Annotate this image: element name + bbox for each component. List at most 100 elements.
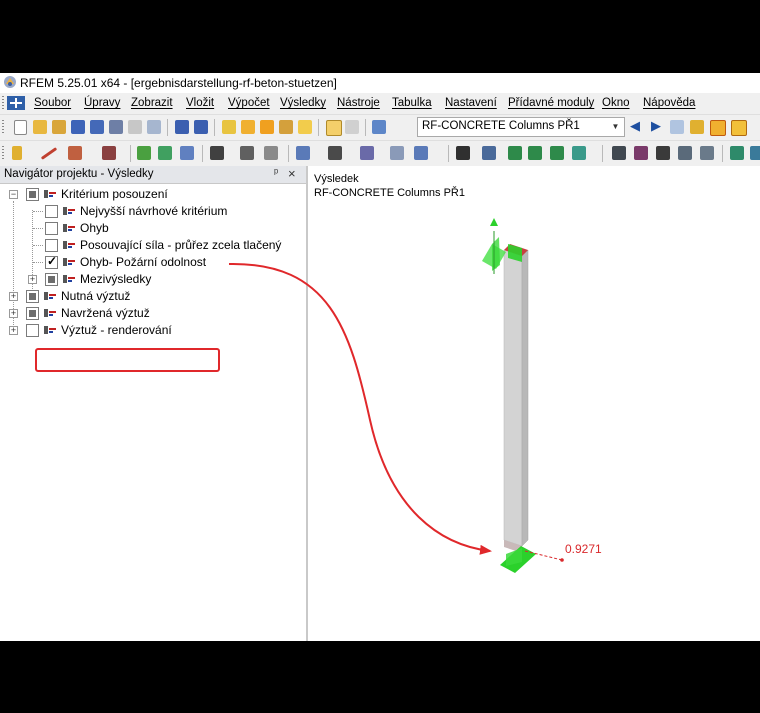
surface-icon[interactable] xyxy=(102,146,116,160)
measure-icon[interactable] xyxy=(482,146,496,160)
tree-checkbox[interactable] xyxy=(26,324,39,337)
result-type-icon xyxy=(44,326,56,334)
close-icon[interactable]: × xyxy=(288,166,296,181)
show-results-icon[interactable] xyxy=(710,120,726,136)
result-value-label: 0.9271 xyxy=(565,542,602,556)
previous-case-icon[interactable]: ◀ xyxy=(630,118,640,134)
tree-item-vyztuz-renderovani[interactable]: + Výztuž - renderování xyxy=(0,322,306,339)
support-icon[interactable] xyxy=(137,146,151,160)
line-icon[interactable] xyxy=(40,147,58,160)
search-icon[interactable] xyxy=(260,120,274,134)
result-table-icon[interactable] xyxy=(750,146,760,160)
add-on-module-icon[interactable] xyxy=(372,120,386,134)
panel-toggle-icon[interactable] xyxy=(345,120,359,134)
tree-item-posouvajici-sila[interactable]: Posouvající síla - průřez zcela tlačený xyxy=(0,237,306,254)
result-values-icon[interactable] xyxy=(690,120,704,134)
render-icon[interactable] xyxy=(328,146,342,160)
print-graphic-icon[interactable] xyxy=(147,120,161,134)
member-icon[interactable] xyxy=(68,146,82,160)
load-icon[interactable] xyxy=(180,146,194,160)
save-icon[interactable] xyxy=(90,120,104,134)
visibility-icon[interactable] xyxy=(296,146,310,160)
project-icon[interactable] xyxy=(298,120,312,134)
open-folder-icon[interactable] xyxy=(33,120,47,134)
menu-soubor[interactable]: Soubor xyxy=(34,97,71,109)
menu-tabulka[interactable]: Tabulka xyxy=(392,97,432,109)
toolbar-separator xyxy=(448,145,449,162)
tree-checkbox[interactable] xyxy=(45,222,58,235)
expand-icon[interactable]: + xyxy=(28,275,37,284)
view-y-icon[interactable] xyxy=(634,146,648,160)
tree-item-nejvyssi-navrhove-kriterium[interactable]: Nejvyšší návrhové kritérium xyxy=(0,203,306,220)
menu-vlozit[interactable]: Vložit xyxy=(186,97,214,109)
view-icon[interactable] xyxy=(414,146,428,160)
new-file-icon[interactable] xyxy=(14,120,27,135)
color-scale-icon[interactable] xyxy=(360,146,374,160)
table-toggle-icon[interactable] xyxy=(326,120,342,136)
tree-checkbox[interactable] xyxy=(45,239,58,252)
collapse-icon[interactable]: − xyxy=(9,190,18,199)
support-arrow-icon xyxy=(490,218,498,226)
tree-item-nutna-vyztuz[interactable]: + Nutná výztuž xyxy=(0,288,306,305)
perspective-icon[interactable] xyxy=(700,146,714,160)
open-web-icon[interactable] xyxy=(71,120,85,134)
result-diagram-icon[interactable] xyxy=(572,146,586,160)
tree-item-ohyb-pozarni-odolnost[interactable]: ✓ Ohyb- Požární odolnost xyxy=(0,254,306,271)
undo-icon[interactable] xyxy=(175,120,189,134)
menu-vypocet[interactable]: Výpočet xyxy=(228,97,270,109)
tree-checkbox[interactable] xyxy=(26,290,39,303)
save-all-icon[interactable] xyxy=(109,120,123,134)
dimension-icon[interactable] xyxy=(210,146,224,160)
zoom-icon[interactable] xyxy=(241,120,255,134)
transparency-icon[interactable] xyxy=(390,146,404,160)
graphics-viewport[interactable]: Výsledek RF-CONCRETE Columns PŘ1 xyxy=(308,166,760,641)
tree-item-ohyb[interactable]: Ohyb xyxy=(0,220,306,237)
view-x-icon[interactable] xyxy=(612,146,626,160)
menu-pridavne-moduly[interactable]: Přídavné moduly xyxy=(508,97,594,109)
next-case-icon[interactable]: ▶ xyxy=(651,118,661,134)
expand-icon[interactable]: + xyxy=(9,309,18,318)
grid-icon[interactable] xyxy=(264,146,278,160)
menu-nastaveni[interactable]: Nastavení xyxy=(445,97,497,109)
tree-checkbox[interactable] xyxy=(26,188,39,201)
menu-zobrazit[interactable]: Zobrazit xyxy=(131,97,173,109)
hinge-icon[interactable] xyxy=(158,146,172,160)
tree-item-navrzena-vyztuz[interactable]: + Navržená výztuž xyxy=(0,305,306,322)
tree-item-kriterium-posouzeni[interactable]: − Kritérium posouzení xyxy=(0,186,306,203)
view-z-icon[interactable] xyxy=(656,146,670,160)
edit-icon[interactable] xyxy=(222,120,236,134)
node-icon[interactable] xyxy=(12,146,22,160)
tree-checkbox[interactable] xyxy=(26,307,39,320)
surface-results-icon[interactable] xyxy=(528,146,542,160)
menu-vysledky[interactable]: Výsledky xyxy=(280,97,326,109)
show-values-icon[interactable] xyxy=(731,120,747,136)
open-example-icon[interactable] xyxy=(52,120,66,134)
tree-item-mezivysledky[interactable]: + Mezivýsledky xyxy=(0,271,306,288)
section-icon[interactable] xyxy=(240,146,254,160)
result-type-icon xyxy=(44,190,56,198)
redo-icon[interactable] xyxy=(194,120,208,134)
menu-nastroje[interactable]: Nástroje xyxy=(337,97,380,109)
document-menu-icon[interactable] xyxy=(7,96,25,110)
chevron-down-icon[interactable]: ▼ xyxy=(609,120,622,133)
menu-okno[interactable]: Okno xyxy=(602,97,630,109)
expand-icon[interactable]: + xyxy=(9,326,18,335)
member-results-icon[interactable] xyxy=(508,146,522,160)
top-support-icon xyxy=(492,237,500,271)
module-case-select[interactable]: RF-CONCRETE Columns PŘ1 ▼ xyxy=(417,117,625,137)
menu-napoveda[interactable]: Nápověda xyxy=(643,97,695,109)
tree-checkbox[interactable] xyxy=(45,273,58,286)
tree-label: Nutná výztuž xyxy=(61,289,131,303)
results-display-icon[interactable] xyxy=(670,120,684,134)
tree-checkbox-checked[interactable]: ✓ xyxy=(45,254,58,269)
menu-upravy[interactable]: Úpravy xyxy=(84,97,120,109)
solid-results-icon[interactable] xyxy=(550,146,564,160)
model-check-icon[interactable] xyxy=(279,120,293,134)
result-filter-icon[interactable] xyxy=(730,146,744,160)
print-icon[interactable] xyxy=(128,120,142,134)
tree-checkbox[interactable] xyxy=(45,205,58,218)
export-icon[interactable] xyxy=(456,146,470,160)
expand-icon[interactable]: + xyxy=(9,292,18,301)
pin-icon[interactable]: ᵖ xyxy=(274,167,278,179)
isometric-view-icon[interactable] xyxy=(678,146,692,160)
